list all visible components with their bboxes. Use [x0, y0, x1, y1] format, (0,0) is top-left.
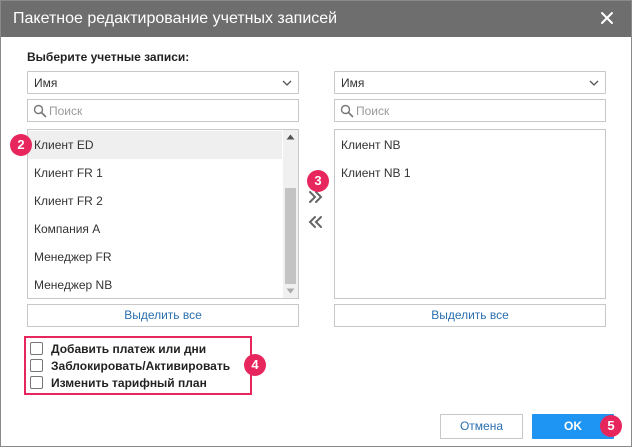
search-icon	[340, 104, 354, 118]
option-label: Заблокировать/Активировать	[51, 359, 231, 373]
change-plan-checkbox[interactable]	[30, 376, 43, 389]
dialog-title: Пакетное редактирование учетных записей	[13, 10, 338, 27]
list-item-label: Менеджер NB	[34, 278, 113, 292]
list-item-label: Компания А	[34, 222, 101, 236]
list-item-label: Менеджер FR	[34, 250, 112, 264]
block-activate-checkbox[interactable]	[30, 359, 43, 372]
list-item[interactable]: Клиент NB	[335, 131, 605, 159]
left-search-input[interactable]	[49, 102, 279, 119]
left-sort-select[interactable]: Имя	[27, 71, 299, 94]
move-left-icon[interactable]	[307, 213, 325, 231]
option-label: Добавить платеж или дни	[51, 342, 207, 356]
chevron-down-icon	[282, 80, 292, 86]
list-item[interactable]: Клиент NB 1	[335, 159, 605, 187]
search-icon	[33, 104, 47, 118]
batch-edit-dialog: Пакетное редактирование учетных записей …	[0, 0, 632, 447]
right-accounts-list[interactable]: Клиент NB Клиент NB 1	[334, 129, 606, 299]
dialog-titlebar: Пакетное редактирование учетных записей	[1, 1, 631, 37]
list-item[interactable]: Клиент FR 1	[28, 159, 282, 187]
step-badge: 3	[307, 170, 329, 192]
list-item[interactable]: Клиент ED	[28, 131, 282, 159]
right-search-input[interactable]	[356, 102, 586, 119]
scroll-up-arrow-icon[interactable]	[286, 134, 295, 140]
scroll-down-arrow-icon[interactable]	[286, 288, 295, 294]
batch-options-group: Добавить платеж или дни Заблокировать/Ак…	[24, 336, 252, 395]
step-badge: 2	[10, 134, 32, 156]
option-label: Изменить тарифный план	[51, 376, 207, 390]
left-accounts-list[interactable]: Клиент ED Клиент FR 1 Клиент FR 2 Компан…	[27, 129, 299, 299]
right-select-all-button[interactable]: Выделить все	[334, 304, 606, 327]
scroll-thumb[interactable]	[285, 188, 296, 284]
right-sort-value: Имя	[341, 76, 365, 90]
list-item-label: Клиент ED	[34, 138, 94, 152]
right-sort-select[interactable]: Имя	[334, 71, 606, 94]
list-item-label: Клиент FR 2	[34, 194, 103, 208]
chevron-down-icon	[589, 80, 599, 86]
select-accounts-label: Выберите учетные записи:	[27, 50, 190, 64]
close-icon[interactable]	[597, 8, 617, 28]
left-select-all-button[interactable]: Выделить все	[27, 304, 299, 327]
list-item[interactable]: Клиент FR 2	[28, 187, 282, 215]
left-sort-value: Имя	[34, 76, 58, 90]
list-item-label: Клиент FR 1	[34, 166, 103, 180]
left-search-field[interactable]	[27, 99, 299, 122]
add-payment-checkbox[interactable]	[30, 342, 43, 355]
step-badge: 4	[244, 354, 266, 376]
left-list-scrollbar[interactable]	[283, 130, 298, 298]
list-item-label: Клиент NB 1	[341, 166, 411, 180]
right-search-field[interactable]	[334, 99, 606, 122]
list-item[interactable]: Менеджер FR	[28, 243, 282, 271]
list-item-label: Клиент NB	[341, 138, 401, 152]
list-item[interactable]: Компания А	[28, 215, 282, 243]
list-item[interactable]: Менеджер NB	[28, 271, 282, 298]
step-badge: 5	[600, 415, 622, 437]
cancel-button[interactable]: Отмена	[440, 414, 523, 439]
